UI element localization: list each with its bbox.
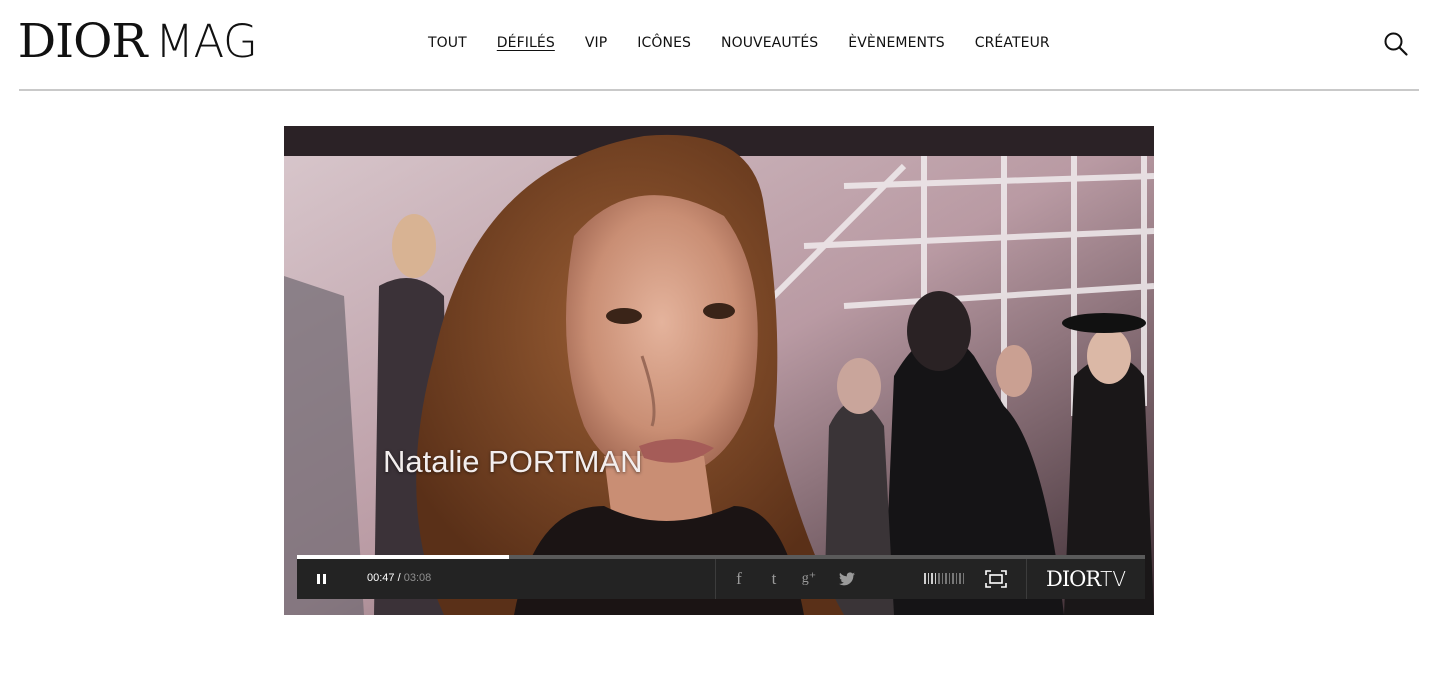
nav-item-evenements[interactable]: ÈVÈNEMENTS: [848, 34, 944, 52]
header-divider: [19, 89, 1419, 91]
volume-control[interactable]: [924, 573, 964, 584]
twitter-icon[interactable]: [837, 569, 857, 589]
video-frame: [284, 126, 1154, 615]
time-separator: /: [394, 572, 404, 584]
video-controls: 00:47 / 03:08 f t g⁺ DIORTV: [297, 559, 1145, 599]
nav-item-nouveautes[interactable]: NOUVEAUTÉS: [721, 34, 818, 52]
current-time: 00:47: [367, 572, 395, 584]
nav-item-icones[interactable]: ICÔNES: [637, 34, 691, 52]
google-plus-icon[interactable]: g⁺: [799, 569, 819, 589]
logo-mag: MAG: [155, 15, 258, 68]
pause-icon[interactable]: [314, 572, 328, 586]
main-nav: TOUT DÉFILÉS VIP ICÔNES NOUVEAUTÉS ÈVÈNE…: [428, 34, 1050, 52]
nav-item-tout[interactable]: TOUT: [428, 34, 467, 52]
dior-tv-logo-tv: TV: [1100, 567, 1127, 591]
dior-tv-logo-dior: DIOR: [1046, 567, 1101, 591]
controls-divider: [1026, 559, 1027, 599]
logo-dior: DIOR: [17, 14, 148, 69]
video-player[interactable]: Natalie PORTMAN 00:47 / 03:08 f t g⁺ DIO…: [284, 126, 1154, 615]
dior-tv-logo[interactable]: DIORTV: [1046, 567, 1126, 591]
controls-divider: [715, 559, 716, 599]
dior-mag-logo[interactable]: DIOR MAG: [17, 14, 258, 69]
tumblr-icon[interactable]: t: [764, 569, 784, 589]
site-header: DIOR MAG TOUT DÉFILÉS VIP ICÔNES NOUVEAU…: [0, 0, 1440, 90]
video-caption: Natalie PORTMAN: [383, 444, 643, 479]
facebook-icon[interactable]: f: [729, 569, 749, 589]
total-time: 03:08: [403, 572, 432, 584]
video-time: 00:47 / 03:08: [367, 572, 431, 584]
fullscreen-icon[interactable]: [985, 570, 1007, 588]
search-icon[interactable]: [1383, 31, 1409, 57]
nav-item-createur[interactable]: CRÉATEUR: [975, 34, 1050, 52]
nav-item-vip[interactable]: VIP: [585, 34, 607, 52]
nav-item-defiles[interactable]: DÉFILÉS: [497, 34, 555, 52]
